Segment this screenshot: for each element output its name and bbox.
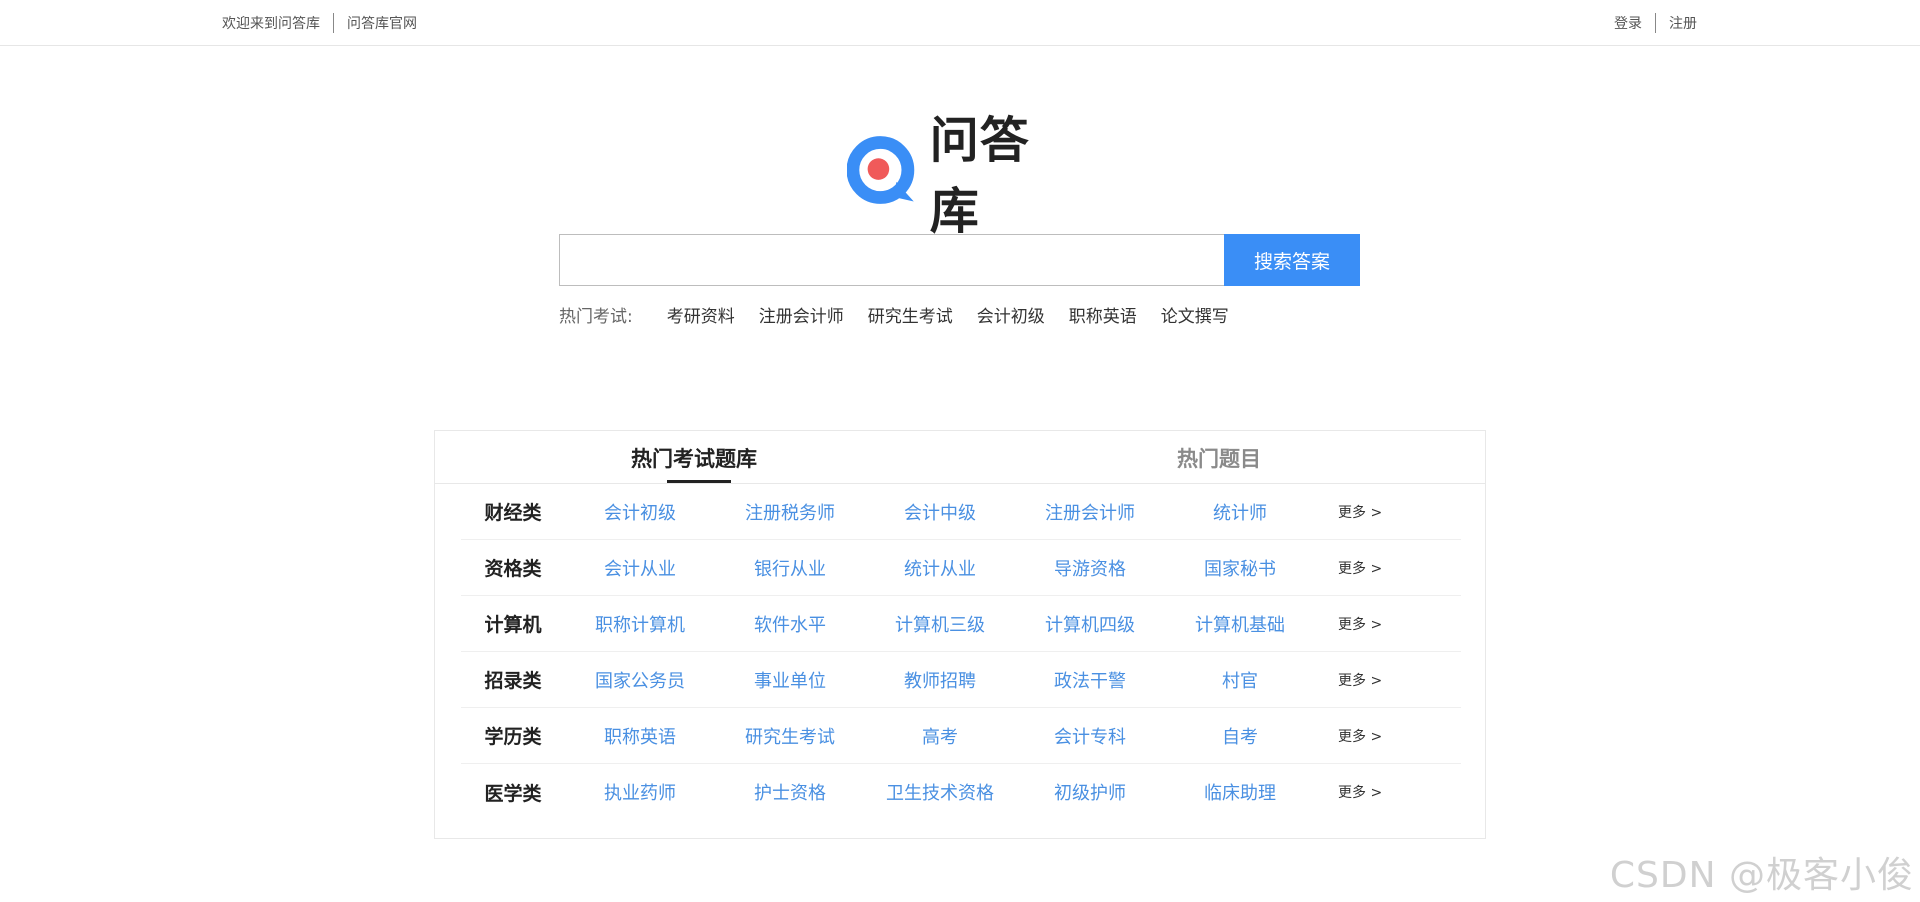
hot-exam-link[interactable]: 会计初级 <box>977 302 1045 327</box>
more-link[interactable]: 更多 > <box>1338 502 1382 522</box>
category-row: 招录类 国家公务员 事业单位 教师招聘 政法干警 村官 更多 > <box>461 652 1461 708</box>
exam-link[interactable]: 会计专科 <box>1015 723 1165 749</box>
category-items: 执业药师 护士资格 卫生技术资格 初级护师 临床助理 <box>565 779 1315 805</box>
official-site-link[interactable]: 问答库官网 <box>347 13 417 33</box>
exam-link[interactable]: 卫生技术资格 <box>865 779 1015 805</box>
category-items: 职称英语 研究生考试 高考 会计专科 自考 <box>565 723 1315 749</box>
exam-link[interactable]: 初级护师 <box>1015 779 1165 805</box>
category-items: 会计初级 注册税务师 会计中级 注册会计师 统计师 <box>565 499 1315 525</box>
category-name: 计算机 <box>484 614 542 636</box>
category-name: 财经类 <box>484 502 542 524</box>
category-row: 资格类 会计从业 银行从业 统计从业 导游资格 国家秘书 更多 > <box>461 540 1461 596</box>
active-tab-underline <box>667 480 731 483</box>
hot-exams-label: 热门考试: <box>559 306 633 327</box>
exam-link[interactable]: 研究生考试 <box>715 723 865 749</box>
exam-category-panel: 热门考试题库 热门题目 财经类 会计初级 注册税务师 会计中级 注册会计师 统计… <box>434 430 1486 839</box>
more-link[interactable]: 更多 > <box>1338 614 1382 634</box>
hot-exam-link[interactable]: 职称英语 <box>1069 302 1137 327</box>
category-items: 会计从业 银行从业 统计从业 导游资格 国家秘书 <box>565 555 1315 581</box>
exam-link[interactable]: 高考 <box>865 723 1015 749</box>
exam-link[interactable]: 注册税务师 <box>715 499 865 525</box>
search-bar: 搜索答案 <box>559 234 1360 286</box>
exam-link[interactable]: 统计从业 <box>865 555 1015 581</box>
category-name: 资格类 <box>484 558 542 580</box>
exam-link[interactable]: 护士资格 <box>715 779 865 805</box>
exam-link[interactable]: 事业单位 <box>715 667 865 693</box>
divider <box>333 12 334 33</box>
category-items: 国家公务员 事业单位 教师招聘 政法干警 村官 <box>565 667 1315 693</box>
exam-link[interactable]: 自考 <box>1165 723 1315 749</box>
csdn-watermark: CSDN @极客小俊 <box>1609 855 1914 896</box>
divider <box>1655 12 1656 33</box>
top-bar-right: 登录 注册 <box>1614 0 1697 45</box>
exam-link[interactable]: 注册会计师 <box>1015 499 1165 525</box>
exam-link[interactable]: 国家公务员 <box>565 667 715 693</box>
more-link[interactable]: 更多 > <box>1338 670 1382 690</box>
category-row: 财经类 会计初级 注册税务师 会计中级 注册会计师 统计师 更多 > <box>461 484 1461 540</box>
hot-exam-link[interactable]: 考研资料 <box>667 302 735 327</box>
hot-exams: 热门考试: 考研资料 注册会计师 研究生考试 会计初级 职称英语 论文撰写 <box>559 300 1253 328</box>
more-link[interactable]: 更多 > <box>1338 558 1382 578</box>
category-row: 学历类 职称英语 研究生考试 高考 会计专科 自考 更多 > <box>461 708 1461 764</box>
panel-tabs: 热门考试题库 热门题目 <box>435 431 1485 484</box>
exam-link[interactable]: 统计师 <box>1165 499 1315 525</box>
more-link[interactable]: 更多 > <box>1338 726 1382 746</box>
category-name: 招录类 <box>484 670 542 692</box>
q-logo-icon <box>847 136 915 204</box>
welcome-link[interactable]: 欢迎来到问答库 <box>222 13 320 33</box>
category-row: 医学类 执业药师 护士资格 卫生技术资格 初级护师 临床助理 更多 > <box>461 764 1461 820</box>
top-bar-left: 欢迎来到问答库 问答库官网 <box>222 0 417 45</box>
more-link[interactable]: 更多 > <box>1338 782 1382 802</box>
exam-link[interactable]: 计算机三级 <box>865 611 1015 637</box>
category-name: 学历类 <box>484 726 542 748</box>
exam-link[interactable]: 职称计算机 <box>565 611 715 637</box>
search-input[interactable] <box>559 234 1224 286</box>
tab-hot-exam-bank[interactable]: 热门考试题库 <box>631 443 757 473</box>
exam-link[interactable]: 银行从业 <box>715 555 865 581</box>
exam-link[interactable]: 临床助理 <box>1165 779 1315 805</box>
category-items: 职称计算机 软件水平 计算机三级 计算机四级 计算机基础 <box>565 611 1315 637</box>
exam-link[interactable]: 计算机四级 <box>1015 611 1165 637</box>
category-name: 医学类 <box>484 782 542 805</box>
exam-link[interactable]: 村官 <box>1165 667 1315 693</box>
exam-link[interactable]: 导游资格 <box>1015 555 1165 581</box>
login-link[interactable]: 登录 <box>1614 13 1642 33</box>
register-link[interactable]: 注册 <box>1669 13 1697 33</box>
logo-text: 问答库 <box>929 112 1030 240</box>
top-bar: 欢迎来到问答库 问答库官网 登录 注册 <box>0 0 1920 46</box>
category-list: 财经类 会计初级 注册税务师 会计中级 注册会计师 统计师 更多 > 资格类 会… <box>461 484 1461 820</box>
exam-link[interactable]: 计算机基础 <box>1165 611 1315 637</box>
site-logo[interactable]: 问答库 <box>847 112 1077 240</box>
exam-link[interactable]: 政法干警 <box>1015 667 1165 693</box>
hot-exam-link[interactable]: 研究生考试 <box>868 302 953 327</box>
exam-link[interactable]: 会计初级 <box>565 499 715 525</box>
exam-link[interactable]: 职称英语 <box>565 723 715 749</box>
exam-link[interactable]: 会计中级 <box>865 499 1015 525</box>
category-row: 计算机 职称计算机 软件水平 计算机三级 计算机四级 计算机基础 更多 > <box>461 596 1461 652</box>
search-button[interactable]: 搜索答案 <box>1224 234 1360 286</box>
hot-exam-link[interactable]: 注册会计师 <box>759 302 844 327</box>
hot-exam-link[interactable]: 论文撰写 <box>1161 302 1229 327</box>
exam-link[interactable]: 国家秘书 <box>1165 555 1315 581</box>
tab-hot-questions[interactable]: 热门题目 <box>1177 443 1261 473</box>
exam-link[interactable]: 会计从业 <box>565 555 715 581</box>
exam-link[interactable]: 执业药师 <box>565 779 715 805</box>
exam-link[interactable]: 教师招聘 <box>865 667 1015 693</box>
exam-link[interactable]: 软件水平 <box>715 611 865 637</box>
